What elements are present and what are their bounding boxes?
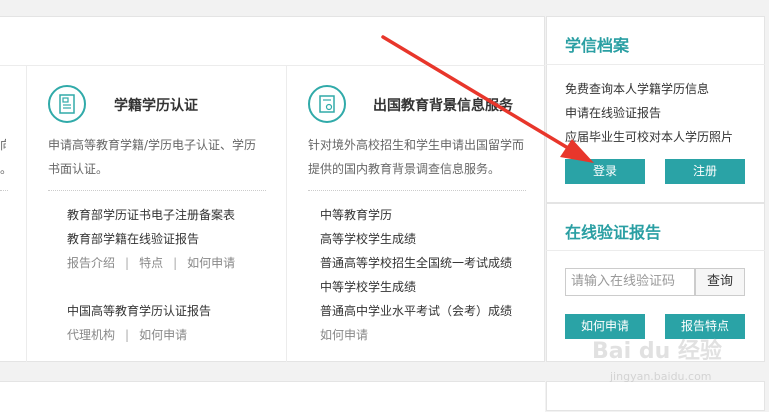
watermark-logo: Bai du 经验	[592, 339, 722, 364]
watermark-url: jingyan.baidu.com	[610, 370, 712, 383]
